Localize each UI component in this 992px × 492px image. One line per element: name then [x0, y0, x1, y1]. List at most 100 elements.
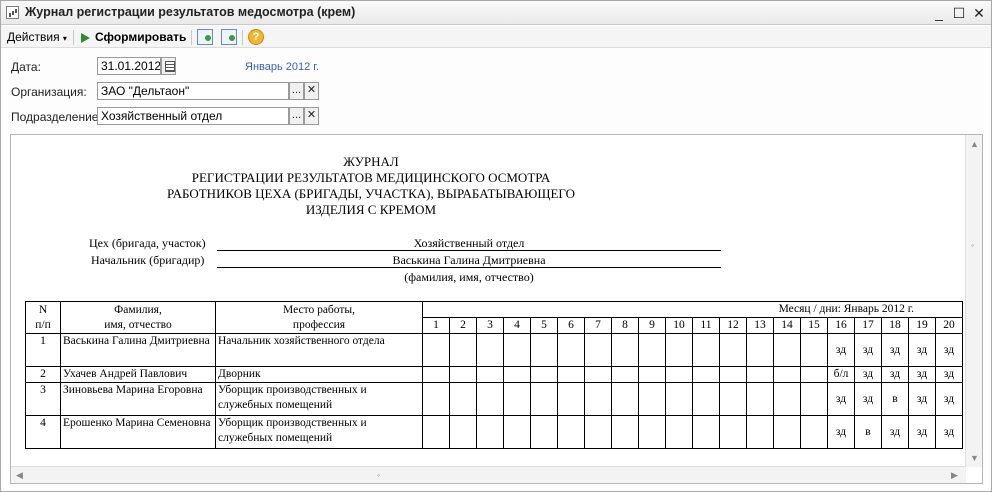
vertical-scrollbar[interactable]: ▲ ◦ ▼ — [965, 135, 982, 467]
day-mark — [746, 333, 774, 367]
row-number: 4 — [25, 415, 61, 449]
day-mark — [746, 382, 774, 416]
report-settings-icon[interactable] — [197, 29, 213, 45]
day-mark — [530, 382, 558, 416]
employee-name: Ерошенко Марина Семеновна — [60, 415, 216, 449]
calendar-icon[interactable] — [161, 57, 176, 75]
organization-clear-icon[interactable]: ✕ — [304, 82, 319, 100]
day-mark — [692, 333, 720, 367]
day-mark: зд — [935, 366, 963, 383]
day-header: 10 — [665, 317, 693, 334]
day-mark: зд — [827, 333, 855, 367]
day-mark: зд — [827, 382, 855, 416]
report-title-line: РАБОТНИКОВ ЦЕХА (БРИГАДЫ, УЧАСТКА), ВЫРА… — [167, 186, 575, 201]
report-icon — [6, 6, 19, 19]
help-icon[interactable]: ? — [248, 29, 264, 45]
day-mark — [773, 333, 801, 367]
toolbar: Действия ▾ Сформировать ? — [1, 26, 991, 48]
employee-position: Начальник хозяйственного отдела — [215, 333, 423, 367]
day-header: 16 — [827, 317, 855, 334]
day-mark — [665, 415, 693, 449]
employee-name: Ухачев Андрей Павлович — [60, 366, 216, 383]
journal-table: Nп/п Фамилия, имя, отчество Место работы,… — [25, 301, 963, 449]
day-header: 4 — [503, 317, 531, 334]
scroll-up-icon[interactable]: ▲ — [970, 139, 979, 149]
day-mark — [800, 415, 828, 449]
day-mark — [692, 366, 720, 383]
department-field[interactable]: Хозяйственный отдел — [97, 107, 289, 125]
day-header: 6 — [557, 317, 585, 334]
horizontal-scrollbar[interactable]: ◀ ◦ ▶ — [11, 466, 966, 483]
day-mark — [530, 415, 558, 449]
day-mark — [557, 415, 585, 449]
day-mark: в — [881, 382, 909, 416]
day-mark — [746, 366, 774, 383]
scroll-right-icon[interactable]: ▶ — [951, 470, 958, 481]
day-mark — [719, 415, 747, 449]
day-mark — [476, 333, 504, 367]
day-mark — [557, 382, 585, 416]
export-icon[interactable] — [221, 29, 237, 45]
day-mark: зд — [935, 415, 963, 449]
day-mark — [719, 333, 747, 367]
organization-field[interactable]: ЗАО "Дельтаон" — [97, 82, 289, 100]
day-mark — [422, 333, 450, 367]
name-header-line2: имя, отчество — [104, 318, 172, 331]
day-mark — [692, 415, 720, 449]
day-header: 5 — [530, 317, 558, 334]
day-mark — [476, 382, 504, 416]
chief-value: Васькина Галина Дмитриевна — [392, 253, 546, 267]
title-bar: Журнал регистрации результатов медосмотр… — [1, 1, 991, 25]
num-header-line2: п/п — [35, 318, 51, 331]
day-mark: зд — [881, 415, 909, 449]
day-header: 8 — [611, 317, 639, 334]
day-mark — [557, 366, 585, 383]
play-icon — [81, 32, 90, 43]
day-header: 20 — [935, 317, 963, 334]
day-header: 3 — [476, 317, 504, 334]
day-mark — [611, 415, 639, 449]
day-mark: зд — [935, 333, 963, 367]
close-button[interactable]: ✕ — [969, 3, 989, 23]
day-header: 13 — [746, 317, 774, 334]
day-mark — [476, 366, 504, 383]
scroll-left-icon[interactable]: ◀ — [16, 470, 23, 481]
scroll-thumb-grip[interactable]: ◦ — [971, 240, 974, 250]
chief-hint: (фамилия, имя, отчество) — [404, 270, 534, 284]
day-mark — [773, 366, 801, 383]
table-row: 3 Зиновьева Марина Егоровна Уборщик произв… — [25, 382, 963, 416]
report-document[interactable]: ЖУРНАЛ РЕГИСТРАЦИИ РЕЗУЛЬТАТОВ МЕДИЦИНСК… — [10, 134, 983, 484]
maximize-button[interactable]: ☐ — [949, 3, 969, 23]
day-header: 7 — [584, 317, 612, 334]
day-mark — [584, 333, 612, 367]
row-number: 3 — [25, 382, 61, 416]
scroll-thumb-grip[interactable]: ◦ — [377, 470, 380, 480]
day-mark — [638, 382, 666, 416]
day-mark — [719, 382, 747, 416]
day-header: 11 — [692, 317, 720, 334]
minimize-button[interactable]: _ — [929, 3, 949, 23]
organization-label: Организация: — [11, 85, 87, 99]
date-field[interactable]: 31.01.2012 — [97, 57, 161, 75]
window-title: Журнал регистрации результатов медосмотр… — [25, 5, 356, 19]
name-header-line1: Фамилия, — [114, 303, 162, 316]
actions-menu[interactable]: Действия ▾ — [7, 29, 67, 46]
generate-button[interactable]: Сформировать — [81, 29, 186, 46]
day-mark — [422, 366, 450, 383]
organization-select-button[interactable]: ... — [289, 82, 304, 100]
report-title-line: РЕГИСТРАЦИИ РЕЗУЛЬТАТОВ МЕДИЦИНСКОГО ОСМ… — [191, 170, 551, 185]
day-mark — [449, 415, 477, 449]
day-mark — [746, 415, 774, 449]
day-mark — [611, 333, 639, 367]
day-header: 15 — [800, 317, 828, 334]
day-mark: зд — [908, 333, 936, 367]
num-header-line1: N — [38, 303, 48, 316]
place-header: Место работы, профессия — [215, 301, 423, 334]
scroll-down-icon[interactable]: ▼ — [970, 453, 979, 463]
day-header: 2 — [449, 317, 477, 334]
day-mark — [773, 415, 801, 449]
day-header: 19 — [908, 317, 936, 334]
department-select-button[interactable]: ... — [289, 107, 304, 125]
department-clear-icon[interactable]: ✕ — [304, 107, 319, 125]
day-header: 14 — [773, 317, 801, 334]
